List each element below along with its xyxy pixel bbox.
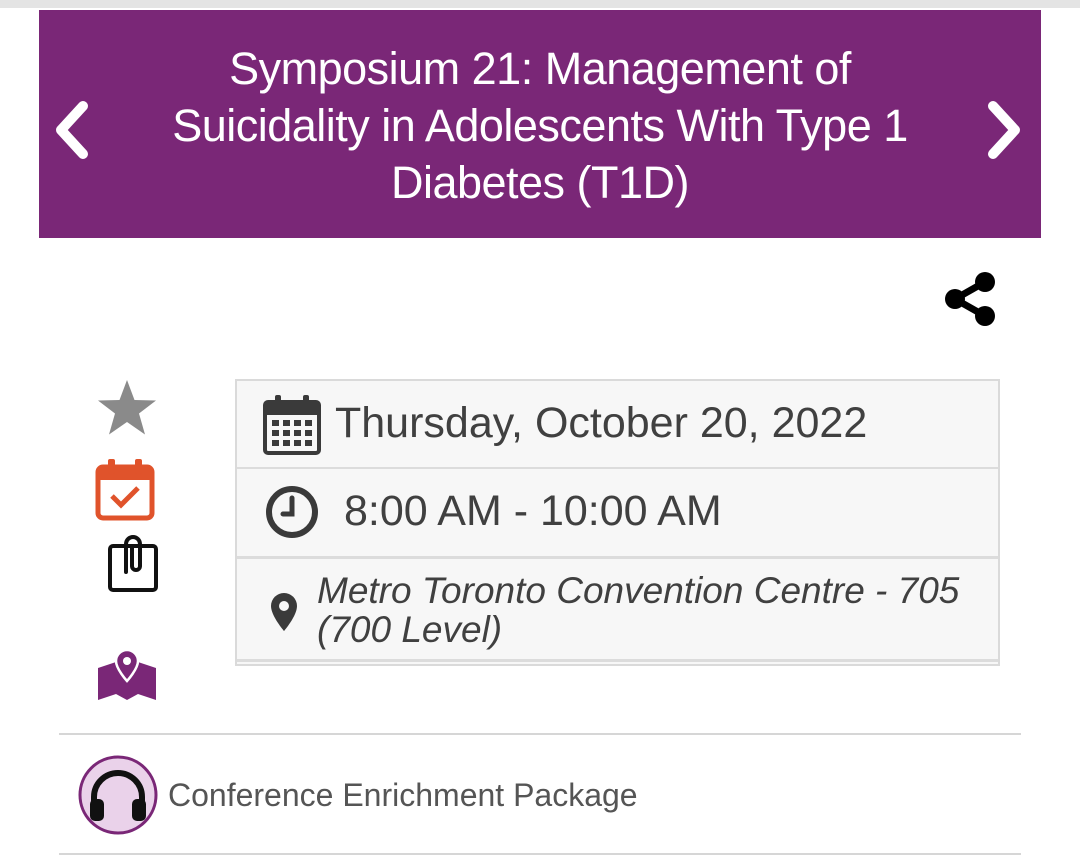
clock-icon [266, 486, 318, 538]
favorite-button[interactable] [96, 378, 158, 443]
attachments-button[interactable] [106, 532, 160, 599]
session-location: Metro Toronto Convention Centre - 705 (7… [317, 570, 960, 650]
chevron-left-icon [56, 101, 88, 159]
map-pin-icon [98, 648, 156, 700]
conference-enrichment-package-link[interactable]: Conference Enrichment Package [78, 755, 678, 835]
share-icon [945, 272, 995, 326]
session-time: 8:00 AM - 10:00 AM [344, 487, 722, 535]
share-button[interactable] [941, 270, 999, 328]
divider [59, 853, 1021, 855]
star-icon [98, 380, 156, 435]
time-row: 8:00 AM - 10:00 AM [237, 469, 998, 559]
add-to-calendar-button[interactable] [95, 458, 155, 527]
next-session-button[interactable] [985, 98, 1025, 162]
clipboard-paperclip-icon [108, 535, 158, 592]
headphones-icon [78, 755, 158, 835]
enrichment-label: Conference Enrichment Package [168, 777, 638, 813]
calendar-icon [263, 395, 321, 455]
session-details: Thursday, October 20, 2022 8:00 AM - 10:… [235, 379, 1000, 666]
location-row[interactable]: Metro Toronto Convention Centre - 705 (7… [237, 559, 998, 662]
chevron-right-icon [988, 101, 1020, 159]
top-strip [0, 0, 1080, 8]
previous-session-button[interactable] [51, 98, 91, 162]
calendar-check-icon [95, 459, 155, 521]
divider [59, 733, 1021, 735]
date-row: Thursday, October 20, 2022 [237, 381, 998, 469]
map-button[interactable] [96, 648, 158, 707]
session-header: Symposium 21: Management of Suicidality … [39, 10, 1041, 238]
session-date: Thursday, October 20, 2022 [335, 399, 868, 447]
session-title: Symposium 21: Management of Suicidality … [172, 43, 908, 208]
location-pin-icon [271, 593, 297, 631]
